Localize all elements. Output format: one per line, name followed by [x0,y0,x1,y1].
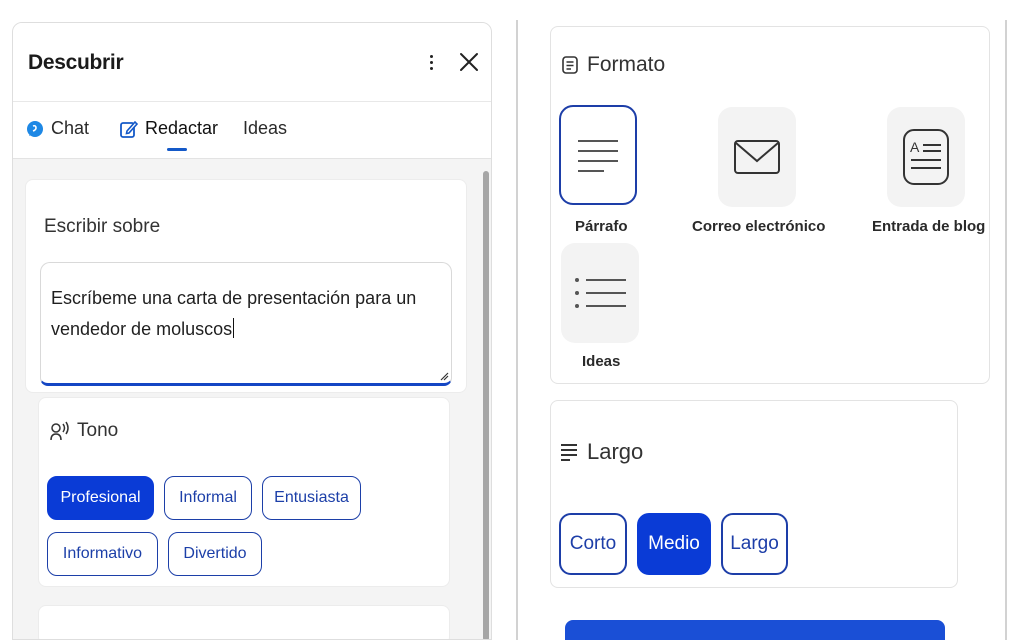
tone-chip-divertido[interactable]: Divertido [168,532,262,576]
length-lines-icon [561,444,577,461]
format-card: Formato Párrafo Correo electrónico A Ent… [550,26,990,384]
chat-icon [27,120,43,137]
more-dot-icon [429,54,433,58]
format-option-paragraph[interactable] [559,105,637,205]
tab-redactar[interactable]: Redactar [119,118,218,139]
tab-ideas-label: Ideas [243,118,288,138]
tab-chat[interactable]: Chat [25,118,89,139]
textarea-line-1: Escríbeme una carta de presentación para… [51,288,417,308]
length-chip-largo[interactable]: Largo [721,513,788,575]
close-icon [460,53,478,71]
format-option-ideas[interactable] [561,243,639,343]
svg-text:A: A [910,139,920,155]
compose-icon [120,120,139,138]
close-button[interactable] [456,49,482,75]
tone-card: Tono Profesional Informal Entusiasta Inf… [38,397,450,587]
length-label: Largo [587,439,644,464]
format-document-icon [562,56,578,74]
format-option-email[interactable] [718,107,796,207]
tone-voice-icon [50,421,69,441]
format-option-blog[interactable]: A [887,107,965,207]
more-dot-icon [429,60,433,64]
resize-handle-icon[interactable] [439,371,449,381]
tone-chip-profesional[interactable]: Profesional [47,476,154,520]
panel-header: Descubrir [13,23,491,101]
tone-chip-informal[interactable]: Informal [164,476,252,520]
textarea-line-2: vendedor de moluscos [51,314,441,345]
more-dot-icon [429,66,433,70]
write-about-textarea[interactable]: Escríbeme una carta de presentación para… [40,262,452,386]
tone-chip-informativo[interactable]: Informativo [47,532,158,576]
write-about-label: Escribir sobre [44,216,161,237]
format-label: Formato [587,53,666,76]
paragraph-icon [578,140,618,172]
next-card [38,605,450,639]
tone-header: Tono [49,420,118,442]
tab-chat-label: Chat [51,118,90,138]
format-header: Formato [561,53,665,77]
textarea-line-2-text: vendedor de moluscos [51,319,233,339]
text-caret [233,318,235,338]
format-email-label: Correo electrónico [692,218,826,235]
generate-button[interactable] [565,620,945,640]
length-chip-corto[interactable]: Corto [559,513,627,575]
active-tab-indicator [167,148,187,151]
blog-post-icon: A [903,129,949,185]
tone-label: Tono [77,420,119,441]
length-chip-medio[interactable]: Medio [637,513,711,575]
divider [1005,20,1007,640]
length-card: Largo Corto Medio Largo [550,400,958,588]
tone-chip-entusiasta[interactable]: Entusiasta [262,476,361,520]
format-blog-label: Entrada de blog [872,218,986,235]
discover-panel: Descubrir Chat Redactar Ideas Escribir s… [12,22,492,640]
scrollbar[interactable] [483,171,489,639]
divider [516,20,518,640]
tab-ideas[interactable]: Ideas [243,118,287,139]
format-paragraph-label: Párrafo [575,218,628,235]
write-about-card: Escribir sobre Escríbeme una carta de pr… [25,179,467,393]
more-options-button[interactable] [421,49,441,75]
tab-redactar-label: Redactar [145,118,219,138]
length-header: Largo [559,439,643,465]
bulleted-list-icon [575,278,626,308]
tab-bar: Chat Redactar Ideas [13,101,491,159]
envelope-icon [734,140,780,174]
format-ideas-label: Ideas [582,353,621,370]
panel-title: Descubrir [28,51,124,74]
